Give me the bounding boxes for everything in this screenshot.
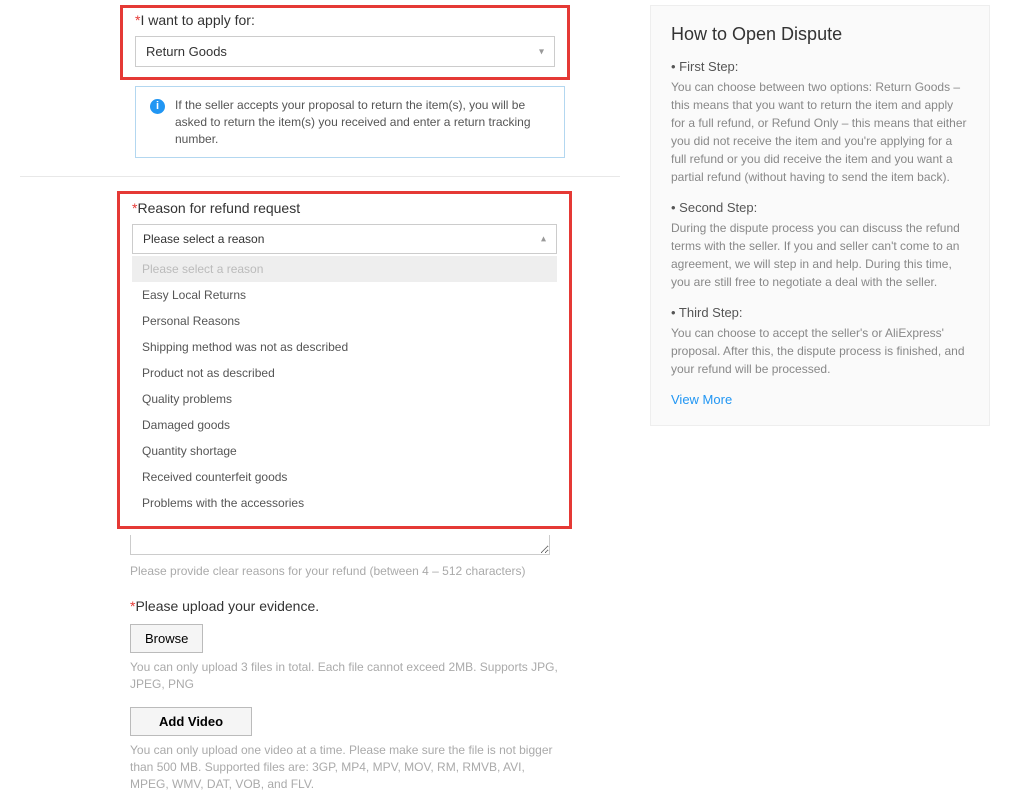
how-to-panel: How to Open Dispute • First Step: You ca… (650, 5, 990, 426)
reason-option[interactable]: Personal Reasons (132, 308, 557, 334)
step-text: During the dispute process you can discu… (671, 219, 969, 291)
apply-for-label: *I want to apply for: (135, 12, 555, 28)
reason-option[interactable]: Quality problems (132, 386, 557, 412)
reason-option[interactable]: Product not as described (132, 360, 557, 386)
step-label: • Third Step: (671, 305, 969, 320)
browse-hint: You can only upload 3 files in total. Ea… (130, 659, 560, 693)
sidebar-column: How to Open Dispute • First Step: You ca… (650, 5, 990, 792)
step-text: You can choose to accept the seller's or… (671, 324, 969, 378)
browse-button[interactable]: Browse (130, 624, 203, 653)
add-video-button[interactable]: Add Video (130, 707, 252, 736)
step-label: • Second Step: (671, 200, 969, 215)
info-icon: i (150, 99, 165, 114)
chevron-down-icon: ▾ (539, 46, 544, 57)
step-label: • First Step: (671, 59, 969, 74)
video-hint: You can only upload one video at a time.… (130, 742, 560, 792)
chevron-up-icon: ▴ (541, 234, 546, 245)
reason-option[interactable]: Easy Local Returns (132, 282, 557, 308)
apply-for-select[interactable]: Return Goods ▾ (135, 36, 555, 67)
reason-dropdown: Please select a reason Easy Local Return… (132, 256, 557, 516)
panel-title: How to Open Dispute (671, 24, 969, 45)
upload-label: *Please upload your evidence. (130, 598, 560, 614)
reason-option[interactable]: Problems with the accessories (132, 490, 557, 516)
info-box: i If the seller accepts your proposal to… (135, 86, 565, 158)
reason-option[interactable]: Shipping method was not as described (132, 334, 557, 360)
info-text: If the seller accepts your proposal to r… (175, 97, 550, 147)
view-more-link[interactable]: View More (671, 392, 732, 407)
form-column: *I want to apply for: Return Goods ▾ i I… (20, 5, 620, 792)
divider (20, 176, 620, 177)
reason-option[interactable]: Received counterfeit goods (132, 464, 557, 490)
reason-block: *Reason for refund request Please select… (117, 191, 572, 529)
reason-option-placeholder[interactable]: Please select a reason (132, 256, 557, 282)
reason-option[interactable]: Damaged goods (132, 412, 557, 438)
apply-for-value: Return Goods (146, 44, 227, 59)
reason-label: *Reason for refund request (132, 200, 557, 216)
reason-textarea[interactable] (130, 535, 550, 555)
upload-section: *Please upload your evidence. Browse You… (130, 598, 560, 792)
textarea-hint: Please provide clear reasons for your re… (130, 564, 620, 578)
reason-selected: Please select a reason (143, 232, 264, 246)
step-text: You can choose between two options: Retu… (671, 78, 969, 186)
reason-select[interactable]: Please select a reason ▴ (132, 224, 557, 254)
apply-for-block: *I want to apply for: Return Goods ▾ (120, 5, 570, 80)
reason-option[interactable]: Quantity shortage (132, 438, 557, 464)
